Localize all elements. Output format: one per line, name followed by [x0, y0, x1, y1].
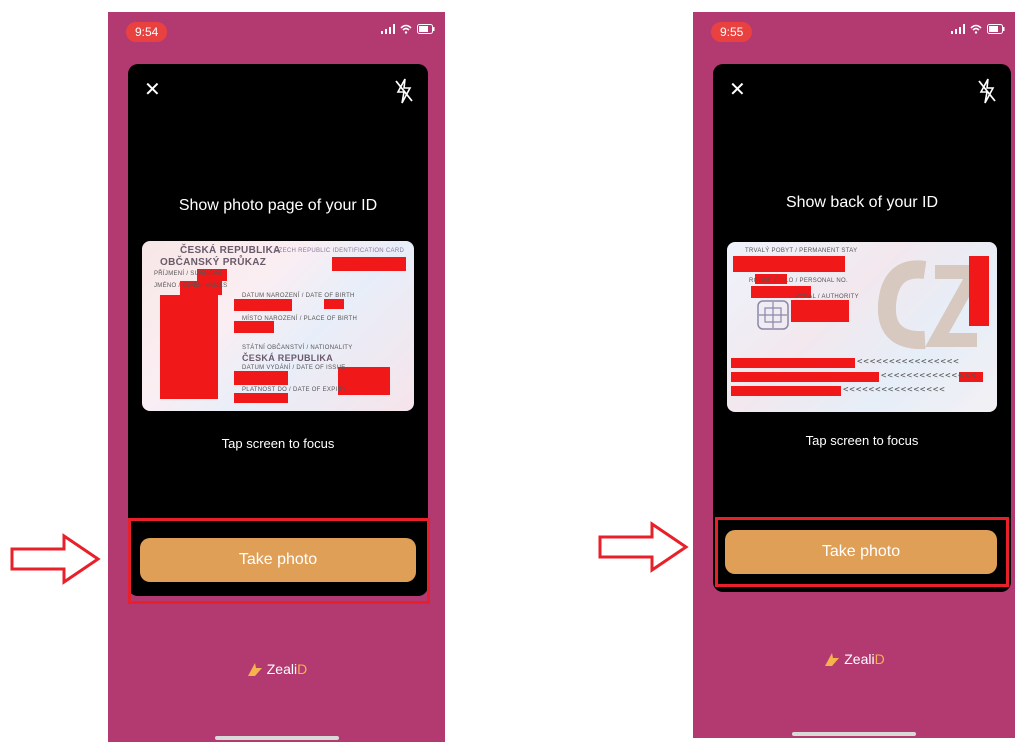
id-card-front-preview: ČESKÁ REPUBLIKA CZECH REPUBLIC IDENTIFIC…: [142, 241, 414, 411]
status-time: 9:54: [126, 22, 168, 42]
focus-hint: Tap screen to focus: [221, 436, 335, 451]
card-subtitle-text: CZECH REPUBLIC IDENTIFICATION CARD: [274, 248, 405, 254]
wifi-icon: [400, 24, 412, 34]
home-indicator[interactable]: [792, 732, 916, 736]
camera-viewfinder[interactable]: ✕ Show back of your ID TRVALÝ POBYT / PE…: [713, 64, 1011, 592]
flash-off-icon[interactable]: [977, 78, 997, 104]
focus-hint: Tap screen to focus: [805, 433, 919, 448]
close-icon[interactable]: ✕: [729, 80, 746, 100]
take-photo-highlight: [715, 517, 1009, 587]
zealid-logo: ZealiD: [693, 650, 1015, 668]
home-indicator[interactable]: [214, 736, 339, 740]
arrow-right-icon: [10, 533, 101, 585]
instruction-text: Show back of your ID: [785, 194, 939, 211]
instruction-text: Show photo page of your ID: [178, 197, 378, 214]
brand-suffix: D: [874, 651, 885, 667]
left-phone-screen: 9:54 ✕ Show photo page of your ID ČESKÁ …: [108, 12, 445, 742]
zealid-logo-icon: [247, 663, 262, 676]
signal-icon: [951, 24, 965, 34]
brand-suffix: D: [297, 661, 308, 677]
status-icons: [381, 24, 435, 34]
zealid-logo-icon: [825, 653, 840, 666]
card-country-text: ČESKÁ REPUBLIKA: [180, 245, 281, 256]
mrz-line-2: <<<<<<<<<<<<<<<: [881, 371, 978, 381]
take-photo-highlight: [128, 518, 430, 604]
arrow-right-icon: [598, 521, 689, 573]
signal-icon: [381, 24, 395, 34]
brand-name: Zeali: [844, 651, 875, 667]
battery-icon: [417, 24, 435, 34]
brand-name: Zeali: [266, 661, 298, 677]
zealid-logo: ZealiD: [108, 660, 445, 678]
close-icon[interactable]: ✕: [144, 80, 161, 100]
id-card-back-preview: TRVALÝ POBYT / PERMANENT STAY RODNÉ ČÍSL…: [727, 242, 997, 412]
mrz-line-3: <<<<<<<<<<<<<<<<: [843, 385, 946, 395]
right-phone-screen: 9:55 ✕ Show back of your ID TRVALÝ POBYT…: [693, 12, 1015, 738]
card-chip-icon: [757, 300, 789, 330]
camera-viewfinder[interactable]: ✕ Show photo page of your ID ČESKÁ REPUB…: [128, 64, 428, 596]
card-type-text: OBČANSKÝ PRŮKAZ: [160, 257, 267, 268]
status-time: 9:55: [711, 22, 753, 42]
status-icons: [951, 24, 1005, 34]
card-nationality-text: ČESKÁ REPUBLIKA: [242, 353, 334, 363]
battery-icon: [987, 24, 1005, 34]
wifi-icon: [970, 24, 982, 34]
mrz-line-1: <<<<<<<<<<<<<<<<: [857, 357, 960, 367]
flash-off-icon[interactable]: [394, 78, 414, 104]
